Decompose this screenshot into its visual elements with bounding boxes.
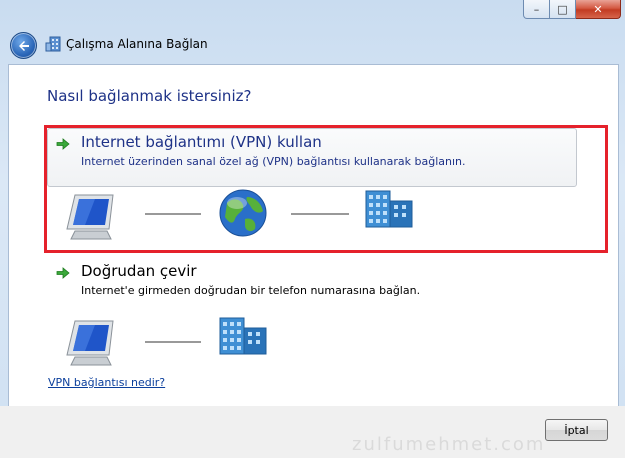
dial-diagram [66,320,201,366]
window-title: Çalışma Alanına Bağlan [66,37,208,51]
office-building-icon [219,317,267,355]
option-dial[interactable]: Doğrudan çevir Internet'e girmeden doğru… [47,257,577,301]
cancel-button[interactable]: İptal [545,419,608,441]
window-frame: – □ ✕ Çalışma Alanına Bağlan Nasıl bağla… [0,0,625,458]
vpn-help-link[interactable]: VPN bağlantısı nedir? [48,376,165,389]
back-arrow-icon [18,40,29,51]
watermark-text: zulfumehmet.com [352,434,546,455]
page-heading: Nasıl bağlanmak istersiniz? [47,87,252,105]
workplace-icon [45,36,61,52]
computer-icon [66,320,114,366]
maximize-button[interactable]: □ [550,0,576,19]
caption-buttons: – □ ✕ [523,0,621,20]
option-title: Doğrudan çevir [81,262,197,280]
option-description: Internet'e girmeden doğrudan bir telefon… [81,284,421,297]
minimize-button[interactable]: – [523,0,550,19]
highlight-frame [44,125,608,253]
green-arrow-icon [56,267,70,279]
back-button[interactable] [10,32,37,59]
close-button[interactable]: ✕ [576,0,621,19]
